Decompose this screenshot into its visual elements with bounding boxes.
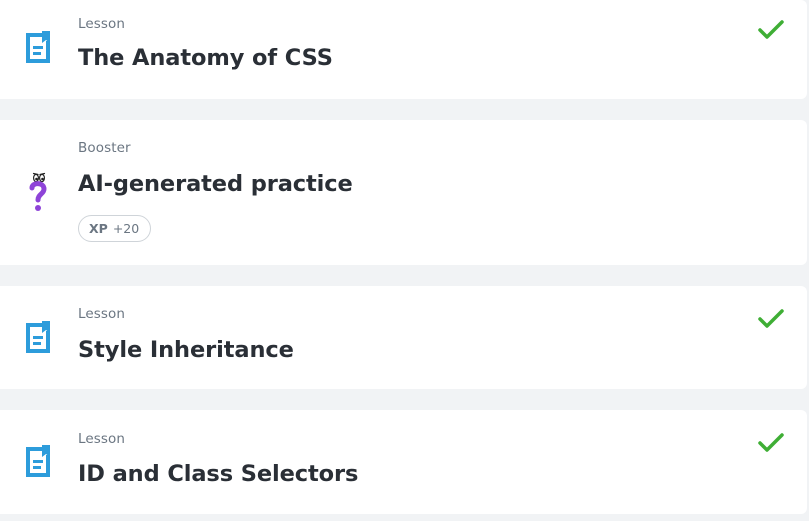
xp-badge: XP +20 xyxy=(78,215,152,242)
item-type-label: Booster xyxy=(78,140,131,156)
list-item[interactable]: Lesson Style Inheritance xyxy=(0,286,807,389)
xp-value: +20 xyxy=(112,221,140,236)
check-icon xyxy=(757,432,785,454)
item-type-label: Lesson xyxy=(78,306,126,322)
check-icon xyxy=(757,19,785,41)
list-item[interactable]: Lesson The Anatomy of CSS xyxy=(0,0,807,99)
lesson-document-icon xyxy=(23,318,53,358)
item-type-label: Lesson xyxy=(78,431,126,447)
check-icon xyxy=(757,308,785,330)
item-title[interactable]: ID and Class Selectors xyxy=(78,461,358,487)
item-title[interactable]: Style Inheritance xyxy=(78,337,294,363)
list-item[interactable]: Booster AI-generated practice XP +20 xyxy=(0,120,807,265)
xp-label: XP xyxy=(89,221,108,236)
list-item[interactable]: Lesson ID and Class Selectors xyxy=(0,410,807,514)
item-title[interactable]: The Anatomy of CSS xyxy=(78,45,333,71)
lesson-document-icon xyxy=(23,28,53,68)
item-title[interactable]: AI-generated practice xyxy=(78,171,353,197)
lesson-document-icon xyxy=(23,442,53,482)
lesson-list: Lesson The Anatomy of CSS Booster AI-gen… xyxy=(0,0,809,521)
question-mark-icon xyxy=(23,172,53,212)
item-type-label: Lesson xyxy=(78,16,126,32)
